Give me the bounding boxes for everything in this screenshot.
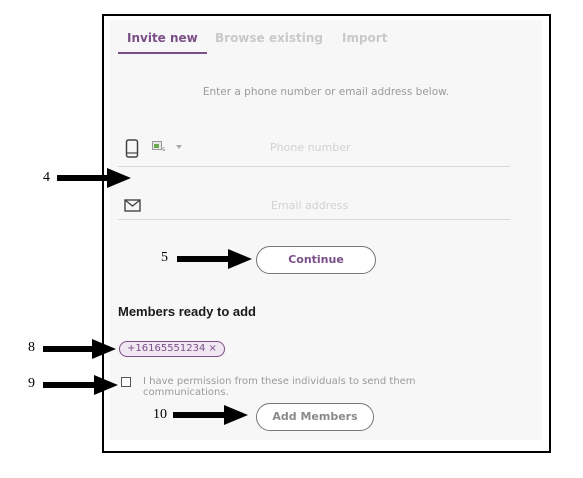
tab-import[interactable]: Import: [342, 31, 387, 45]
active-tab-indicator: [118, 52, 207, 54]
phone-number-input[interactable]: Phone number: [270, 141, 351, 154]
email-field-underline: [118, 219, 510, 220]
phone-icon: [125, 139, 139, 158]
members-ready-title: Members ready to add: [118, 304, 256, 319]
annotation-label-10: 10: [153, 407, 167, 422]
annotation-label-5: 5: [161, 250, 168, 265]
tab-invite-new[interactable]: Invite new: [127, 31, 198, 45]
phone-field-underline: [118, 166, 510, 167]
annotation-arrow-8: [43, 339, 116, 359]
country-selector[interactable]: s: [152, 141, 186, 155]
permission-checkbox[interactable]: [121, 377, 131, 387]
member-chip[interactable]: +16165551234 ×: [119, 341, 225, 357]
svg-text:s: s: [162, 146, 165, 153]
add-members-button[interactable]: Add Members: [256, 403, 374, 431]
flag-icon: s: [152, 141, 165, 153]
annotation-arrow-9: [43, 375, 118, 395]
envelope-icon: [124, 199, 141, 212]
annotation-label-4: 4: [43, 170, 50, 185]
annotation-arrow-4: [57, 168, 131, 188]
email-address-input[interactable]: Email address: [271, 199, 348, 212]
chevron-down-icon: [176, 145, 182, 149]
continue-button[interactable]: Continue: [256, 246, 376, 274]
annotation-arrow-5: [177, 249, 252, 269]
annotation-arrow-10: [173, 405, 248, 425]
instruction-text: Enter a phone number or email address be…: [202, 86, 450, 98]
permission-text: I have permission from these individuals…: [143, 376, 416, 398]
annotation-label-8: 8: [28, 340, 35, 355]
tab-browse-existing[interactable]: Browse existing: [215, 31, 323, 45]
annotation-label-9: 9: [28, 376, 35, 391]
